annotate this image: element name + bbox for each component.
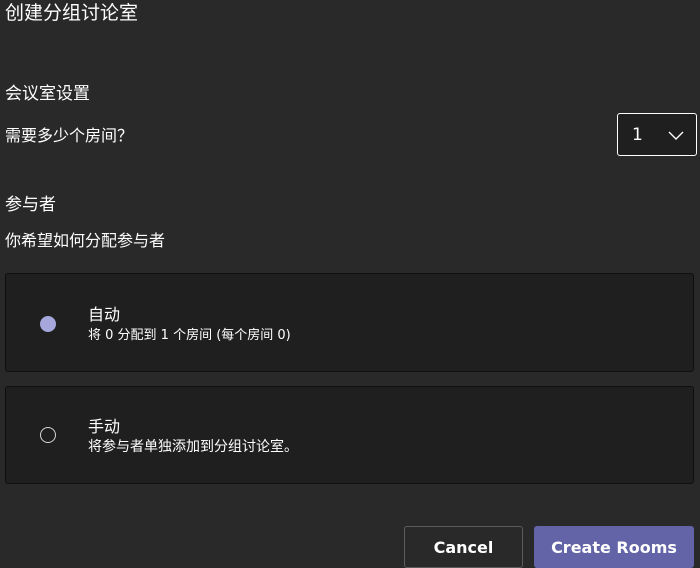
breakout-rooms-dialog: 创建分组讨论室 会议室设置 需要多少个房间？ 1 参与者 你希望如何分配参与者 … [0, 0, 700, 568]
dialog-title: 创建分组讨论室 [5, 2, 139, 24]
option-manual-description: 将参与者单独添加到分组讨论室。 [88, 439, 298, 455]
rooms-count-value: 1 [632, 125, 643, 145]
chevron-down-icon [668, 131, 684, 140]
radio-manual[interactable] [40, 427, 56, 443]
assignment-prompt: 你希望如何分配参与者 [5, 231, 166, 250]
rooms-count-dropdown[interactable]: 1 [617, 113, 697, 156]
create-rooms-button[interactable]: Create Rooms [534, 526, 694, 568]
radio-automatic-selected[interactable] [40, 316, 56, 332]
room-settings-heading: 会议室设置 [5, 84, 90, 104]
option-manual-title: 手动 [88, 417, 121, 436]
option-automatic-title: 自动 [88, 305, 121, 324]
participants-heading: 参与者 [5, 195, 56, 215]
cancel-button[interactable]: Cancel [404, 526, 523, 568]
option-manual[interactable]: 手动 将参与者单独添加到分组讨论室。 [5, 386, 694, 484]
rooms-count-label: 需要多少个房间？ [5, 126, 134, 145]
option-automatic-description: 将 0 分配到 1 个房间 (每个房间 0) [88, 328, 291, 343]
option-automatic[interactable]: 自动 将 0 分配到 1 个房间 (每个房间 0) [5, 273, 694, 372]
